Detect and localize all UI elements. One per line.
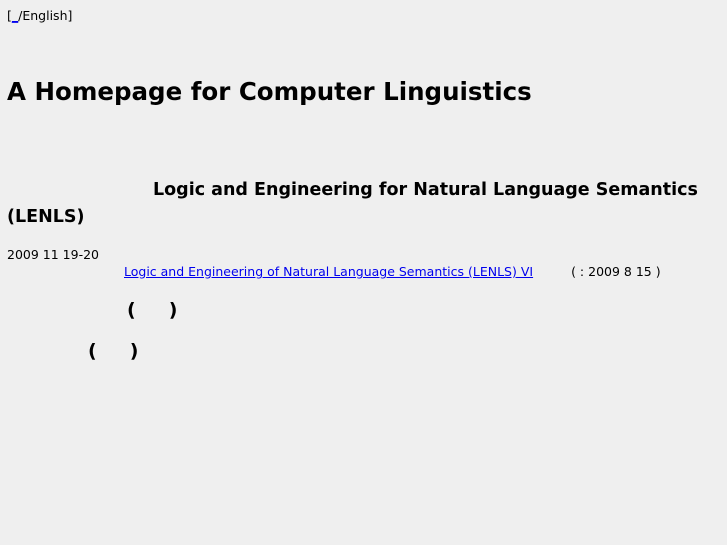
lenls-vi-link-text: Logic and Engineering of Natural Languag…	[124, 264, 534, 279]
event-date: 2009 11 19-20	[7, 247, 99, 262]
event-note: ( : 2009 8 15 )	[571, 264, 661, 279]
section-heading-text: Logic and Engineering for Natural Langua…	[7, 180, 698, 227]
bracket-heading-2: ( )	[88, 340, 139, 362]
language-switcher: [_/English]	[7, 8, 72, 24]
page: [_/English] A Homepage for Computer Ling…	[0, 0, 727, 545]
event-item: Logic and Engineering of Natural Languag…	[44, 264, 661, 280]
lenls-vi-link[interactable]: Logic and Engineering of Natural Languag…	[44, 264, 533, 279]
english-label: /English]	[18, 8, 73, 23]
bracket-heading-1: ( )	[127, 299, 178, 321]
site-title: A Homepage for Computer Linguistics	[7, 77, 532, 106]
section-heading: Logic and Engineering for Natural Langua…	[7, 177, 707, 231]
